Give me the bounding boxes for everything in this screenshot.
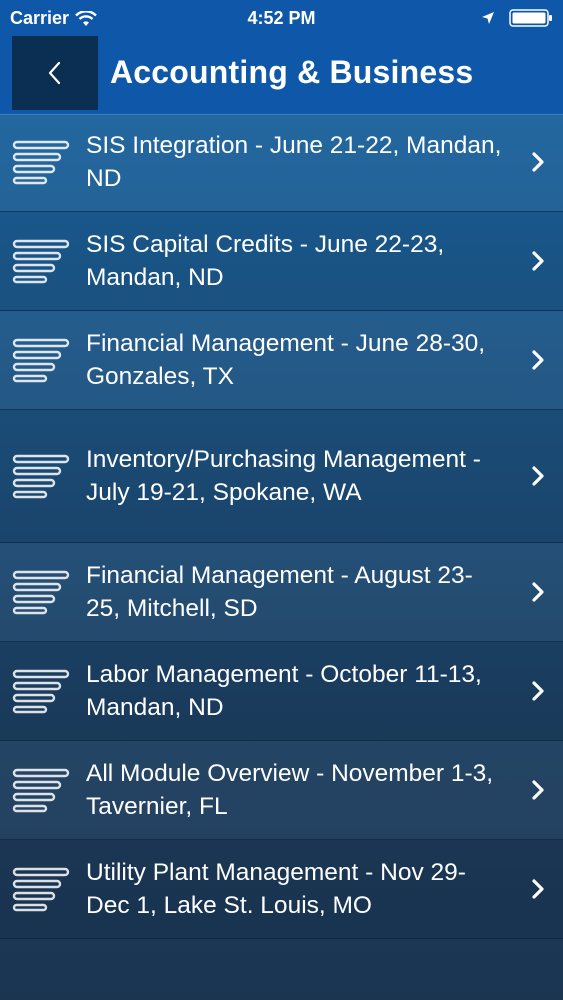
back-button[interactable] bbox=[12, 36, 98, 110]
chevron-right-icon bbox=[513, 680, 563, 702]
list-item[interactable]: Labor Management - October 11-13, Mandan… bbox=[0, 642, 563, 741]
item-label: All Module Overview - November 1-3, Tave… bbox=[86, 760, 494, 820]
list-item[interactable]: Inventory/Purchasing Management - July 1… bbox=[0, 410, 563, 543]
battery-icon bbox=[509, 9, 552, 27]
back-chevron-icon bbox=[48, 61, 61, 85]
page-title: Accounting & Business bbox=[110, 54, 474, 90]
item-label: Financial Management - June 28-30, Gonza… bbox=[86, 330, 486, 390]
list-item[interactable]: Utility Plant Management - Nov 29-Dec 1,… bbox=[0, 840, 563, 939]
chevron-right-icon bbox=[513, 250, 563, 272]
chevron-right-icon bbox=[513, 349, 563, 371]
lines-icon bbox=[0, 453, 86, 499]
event-list: SIS Integration - June 21-22, Mandan, ND… bbox=[0, 113, 563, 939]
list-item[interactable]: Financial Management - August 23-25, Mit… bbox=[0, 543, 563, 642]
lines-icon bbox=[0, 767, 86, 813]
navigation-bar: Accounting & Business bbox=[0, 36, 563, 115]
chevron-right-icon bbox=[513, 465, 563, 487]
status-bar: Carrier 4:52 PM bbox=[0, 0, 563, 36]
lines-icon bbox=[0, 668, 86, 714]
list-item[interactable]: SIS Capital Credits - June 22-23, Mandan… bbox=[0, 212, 563, 311]
lines-icon bbox=[0, 866, 86, 912]
chevron-right-icon bbox=[513, 581, 563, 603]
chevron-right-icon bbox=[513, 878, 563, 900]
item-label: SIS Capital Credits - June 22-23, Mandan… bbox=[86, 231, 445, 291]
list-item[interactable]: All Module Overview - November 1-3, Tave… bbox=[0, 741, 563, 840]
item-label: SIS Integration - June 21-22, Mandan, ND bbox=[86, 132, 502, 192]
lines-icon bbox=[0, 337, 86, 383]
item-label: Labor Management - October 11-13, Mandan… bbox=[86, 661, 482, 721]
item-label: Inventory/Purchasing Management - July 1… bbox=[86, 446, 481, 506]
location-arrow-icon bbox=[482, 12, 494, 24]
list-item[interactable]: SIS Integration - June 21-22, Mandan, ND bbox=[0, 113, 563, 212]
lines-icon bbox=[0, 569, 86, 615]
chevron-right-icon bbox=[513, 779, 563, 801]
item-label: Financial Management - August 23-25, Mit… bbox=[86, 562, 473, 622]
lines-icon bbox=[0, 139, 86, 185]
lines-icon bbox=[0, 238, 86, 284]
list-item[interactable]: Financial Management - June 28-30, Gonza… bbox=[0, 311, 563, 410]
chevron-right-icon bbox=[513, 151, 563, 173]
item-label: Utility Plant Management - Nov 29-Dec 1,… bbox=[86, 859, 466, 919]
status-right bbox=[467, 8, 553, 28]
